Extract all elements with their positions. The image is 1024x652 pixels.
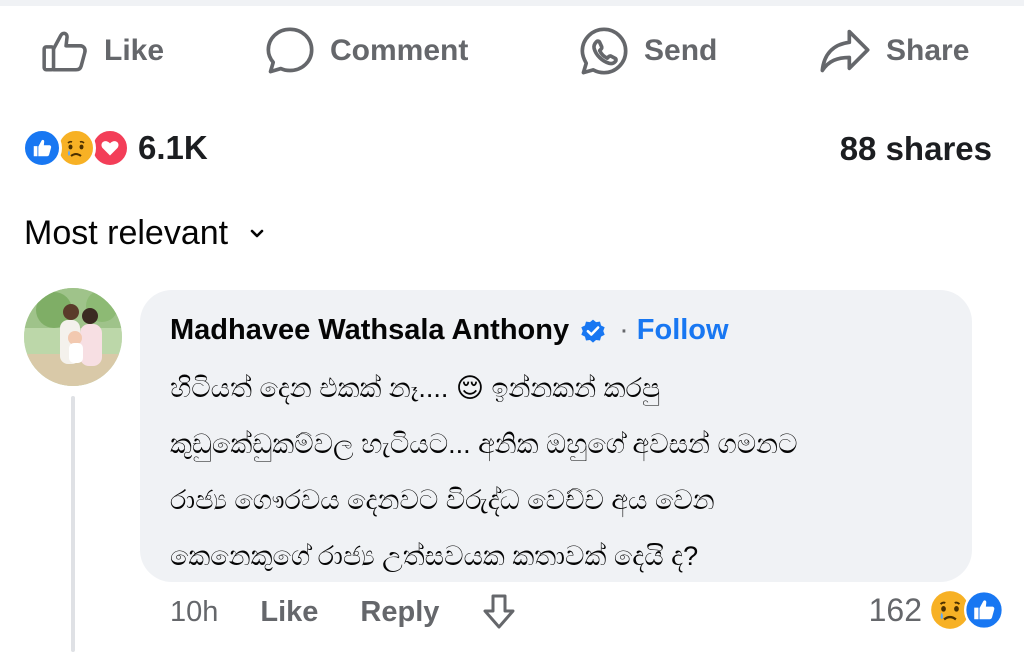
top-divider	[0, 0, 1024, 6]
comment-like-button[interactable]: Like	[260, 596, 318, 629]
comment-label: Comment	[330, 34, 469, 67]
reaction-count: 6.1K	[138, 129, 208, 166]
verified-badge-icon	[581, 319, 605, 343]
post-action-bar: Like Comment Send Share	[0, 18, 1024, 84]
thumbs-up-icon	[42, 31, 87, 72]
comment-bubble-icon	[266, 27, 314, 74]
sort-label: Most relevant	[24, 214, 229, 252]
send-button[interactable]: Send	[578, 18, 717, 84]
reactions-summary[interactable]: 6.1K	[22, 128, 208, 168]
comment-reactions[interactable]: 162	[869, 590, 1004, 630]
avatar[interactable]	[24, 288, 122, 386]
comment-line: හිටියත් දෙන එකක් නෑ.... 😌 ඉන්නකන් කරපු	[170, 373, 661, 403]
comments-sort-dropdown[interactable]: Most relevant	[24, 214, 264, 253]
share-arrow-icon	[820, 29, 870, 73]
like-button[interactable]: Like	[40, 18, 164, 84]
comment-reaction-count: 162	[868, 591, 922, 628]
comment-actions: 10h Like Reply	[170, 592, 517, 632]
love-icon	[90, 128, 130, 168]
downvote-button[interactable]	[481, 592, 517, 632]
share-button[interactable]: Share	[818, 18, 969, 84]
shares-count[interactable]: 88 shares	[840, 130, 992, 168]
like-icon	[964, 590, 1004, 630]
sad-icon	[56, 128, 96, 168]
comment-timestamp[interactable]: 10h	[170, 596, 218, 629]
comment-bubble: Madhavee Wathsala Anthony · Follow හිටිය…	[140, 290, 972, 582]
comment-button[interactable]: Comment	[264, 18, 468, 84]
arrow-down-icon	[483, 594, 515, 629]
comment-line: කෙනෙකුගේ රාජ්‍ය උත්සවයක කතාවක් දෙයි ද?	[170, 541, 699, 571]
comment-line: කුඩුකේඩුකම්වල හැටියට... අනික ඔහුගේ අවසන්…	[170, 429, 798, 459]
separator-dot: ·	[619, 314, 629, 346]
comment-header: Madhavee Wathsala Anthony · Follow	[170, 314, 729, 347]
comment-reply-button[interactable]: Reply	[360, 596, 439, 629]
comment-line: රාජ්‍ය ගෞරවය දෙනවට විරුද්ධ වෙච්ච අය වෙන	[170, 485, 715, 515]
like-label: Like	[104, 34, 165, 67]
comment-text: හිටියත් දෙන එකක් නෑ.... 😌 ඉන්නකන් කරපු ක…	[170, 360, 950, 584]
follow-button[interactable]: Follow	[637, 314, 729, 347]
reply-thread-line	[71, 396, 75, 652]
whatsapp-icon	[580, 27, 628, 75]
comment-author[interactable]: Madhavee Wathsala Anthony	[170, 314, 569, 347]
send-label: Send	[644, 34, 718, 67]
share-label: Share	[886, 34, 970, 67]
like-icon	[22, 128, 62, 168]
chevron-down-icon	[250, 229, 264, 237]
